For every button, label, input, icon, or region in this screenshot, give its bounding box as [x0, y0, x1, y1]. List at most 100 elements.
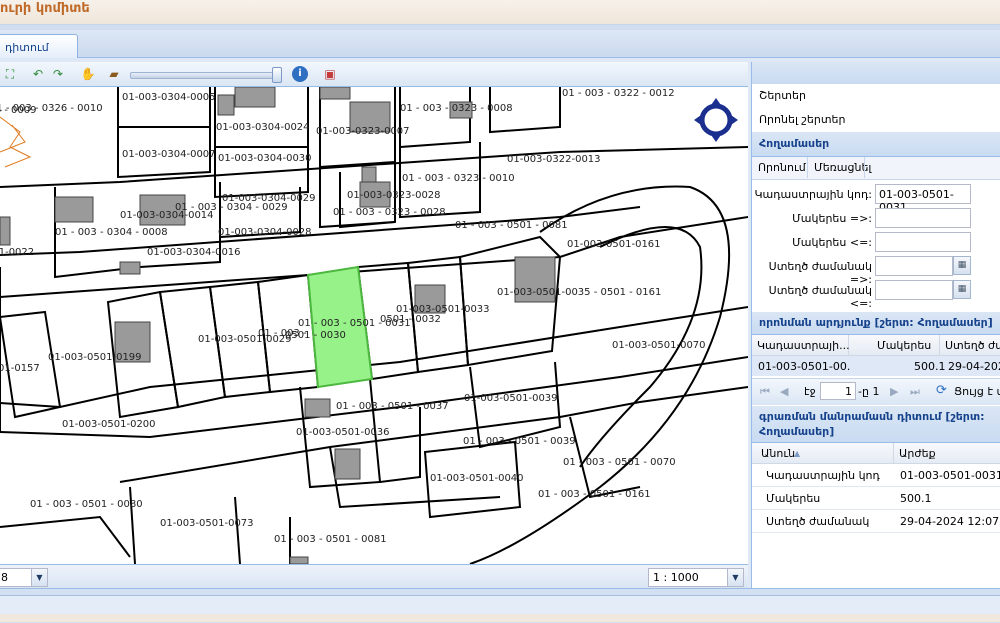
search-layers-item[interactable]: Որոնել շերտեր [752, 108, 1000, 133]
info-icon[interactable]: i [292, 66, 308, 82]
parcel-label: 01 - 003 - 0322 - 0012 [562, 88, 675, 99]
measure-icon[interactable]: ▰ [106, 66, 122, 82]
parcel-label: 326 - 0009 [0, 105, 37, 116]
results-row[interactable]: 01-003-0501-00... 500.1 29-04-2024 [752, 356, 1000, 376]
parcel-label: 01-003-0304-0005 [122, 92, 216, 103]
map-status-bar: 8 ▼ 1 : 1000 ▼ [0, 564, 748, 589]
next-page-icon[interactable]: ▶ [890, 385, 898, 398]
results-pager: ⏮ ◀ էջ 1 -ը 1 ▶ ⏭ ⟳ Ցույց է տ [752, 378, 1000, 405]
area-max-input[interactable] [875, 232, 971, 252]
parcel-label: 501-0022 [0, 247, 34, 258]
details-row[interactable]: Մակերես 500.1 [752, 487, 1000, 510]
results-col-area[interactable]: Մակերես [849, 335, 940, 356]
date-to-label: Ստեղծ ժամանակ <=: [768, 284, 872, 310]
parcel-label: 01 - 003 - 0323 - 0028 [333, 207, 446, 218]
map-canvas[interactable]: 01 - 003 - 0326 - 0010 01-003-0304-0005 01… [0, 87, 748, 564]
parcel-label: 01 - 003 - 0501 - 0081 [274, 534, 387, 545]
tab-strip: դիտում [0, 30, 1000, 58]
tab-view[interactable]: դիտում [0, 34, 78, 58]
calendar-icon[interactable]: ▦ [953, 256, 971, 275]
parcel-label: 01 - 003 - 0501 - 0080 [30, 499, 143, 510]
prev-page-icon[interactable]: ◀ [780, 385, 788, 398]
parcel-label: 0501 - 0030 [285, 330, 346, 341]
map-navigation-icon [694, 98, 738, 142]
parcel-label: 01 - 003 - 0501 - 0039 [463, 436, 576, 447]
parcel-label: 01-0157 [0, 363, 40, 374]
scale-combo-value: 1 : 1000 [653, 571, 699, 584]
parcel-label: 01-003-0501-0073 [160, 518, 254, 529]
details-col-name[interactable]: Անուն ▲ [752, 443, 894, 464]
scale-combo[interactable]: 1 : 1000 ▼ [648, 568, 744, 587]
search-form: Կադաստրային կոդ: 01-003-0501-0031 Մակերե… [752, 180, 1000, 310]
parcel-label: 01-003-0501-0199 [48, 352, 142, 363]
refresh-icon[interactable]: ⟳ [936, 383, 947, 398]
details-row[interactable]: Ստեղծ ժամանակ 29-04-2024 12:07:47 [752, 510, 1000, 533]
first-page-icon[interactable]: ⏮ [760, 385, 770, 399]
results-col-date[interactable]: Ստեղծ ժամ [940, 335, 1000, 356]
land-header-title: Հողամասեր [759, 137, 830, 150]
footer-strip [0, 614, 1000, 622]
side-panel: Շերտեր Որոնել շերտեր Հողամասեր Որոնում Մ… [751, 62, 1000, 588]
parcel-label: 01-003-0304-0014 [120, 210, 214, 221]
date-from-label: Ստեղծ ժամանակ =>: [768, 260, 872, 286]
subtab-clear[interactable]: Մեռացնել [814, 161, 871, 174]
parcel-label: 01-003-0501-0035 - 0501 - 0161 [497, 287, 661, 298]
zoom-combo-value: 8 [1, 571, 8, 584]
last-page-icon[interactable]: ⏭ [910, 385, 920, 399]
parcel-label: 01-003-0501-0039 [464, 393, 558, 404]
side-panel-header [752, 62, 1000, 85]
chevron-down-icon[interactable]: ▼ [31, 569, 47, 586]
parcel-label: 01-003-0501-0161 [567, 239, 661, 250]
display-label: Ցույց է տ [954, 385, 1000, 398]
results-header-title: որոնման արդյունք [շերտ: Հողամասեր] [759, 316, 993, 329]
parcel-label: 01 - 003 - 0501 - 0161 [538, 489, 651, 500]
results-col-cadastral[interactable]: Կադաստրայի... [752, 335, 850, 356]
parcel-label: 01-003-0304-0016 [147, 247, 241, 258]
subtab-search[interactable]: Որոնում [758, 161, 806, 174]
date-to-input[interactable] [875, 280, 953, 300]
print-icon[interactable]: ▣ [322, 66, 338, 82]
results-header: որոնման արդյունք [շերտ: Հողամասեր] [752, 312, 1000, 335]
parcel-label: 01 - 003 - 0501 - 0070 [563, 457, 676, 468]
cadastral-label: Կադաստրային կոդ: [754, 188, 872, 201]
parcel-label: 01-003-0501-0070 [612, 340, 706, 351]
app-header-bar [0, 0, 1000, 24]
zoom-slider[interactable] [130, 72, 280, 79]
parcel-label: 01-003-0304-0028 [218, 227, 312, 238]
parcel-label: 01-003-0304-0024 [216, 122, 310, 133]
area-min-input[interactable] [875, 208, 971, 228]
pan-icon[interactable]: ✋ [80, 66, 96, 82]
tab-view-label: դիտում [5, 41, 49, 54]
zoom-extent-icon[interactable]: ⛶ [2, 66, 18, 82]
page-of-label: -ը 1 [858, 385, 880, 398]
parcel-label: 01-003-0304-0030 [218, 153, 312, 164]
parcel-label: 01-003-0323-0028 [347, 190, 441, 201]
land-header[interactable]: Հողամասեր [752, 132, 1000, 157]
details-header: գրառման մանրամասն դիտում [շերտ: Հողամասե… [752, 406, 1000, 443]
zoom-slider-thumb[interactable] [272, 67, 282, 83]
parcel-map: 01 - 003 - 0326 - 001001-003-0304-000501… [0, 87, 748, 564]
parcel-label: 01-003-0501-0040 [430, 473, 524, 484]
details-row[interactable]: Կադաստրային կոդ 01-003-0501-0031 [752, 464, 1000, 487]
layers-item[interactable]: Շերտեր [752, 84, 1000, 109]
details-header-title: գրառման մանրամասն դիտում [շերտ: Հողամասե… [759, 410, 985, 438]
parcel-label: 01 - 003 - 0304 - 0008 [55, 227, 168, 238]
zoom-combo[interactable]: 8 ▼ [0, 568, 48, 587]
parcel-label: 0501 - 0032 [380, 314, 441, 325]
page-input[interactable]: 1 [820, 382, 856, 400]
undo-icon[interactable]: ↶ [30, 66, 46, 82]
calendar-icon[interactable]: ▦ [953, 280, 971, 299]
parcel-label: 01 - 003 - 0501 - 0081 [455, 220, 568, 231]
parcel-label: 01-003-0322-0013 [507, 154, 601, 165]
page-label: էջ [804, 385, 816, 398]
parcel-label: 01-003-0323-0007 [316, 126, 410, 137]
area-min-label: Մակերես =>: [792, 212, 872, 225]
search-subtabs: Որոնում Մեռացնել [752, 157, 1000, 180]
footer-inner [0, 595, 1000, 615]
details-col-value[interactable]: Արժեք [894, 443, 1000, 464]
redo-icon[interactable]: ↷ [50, 66, 66, 82]
date-from-input[interactable] [875, 256, 953, 276]
chevron-down-icon[interactable]: ▼ [727, 569, 743, 586]
cadastral-input[interactable]: 01-003-0501-0031 [875, 184, 971, 214]
parcel-label: 01 - 003 - 0323 - 0010 [402, 173, 515, 184]
